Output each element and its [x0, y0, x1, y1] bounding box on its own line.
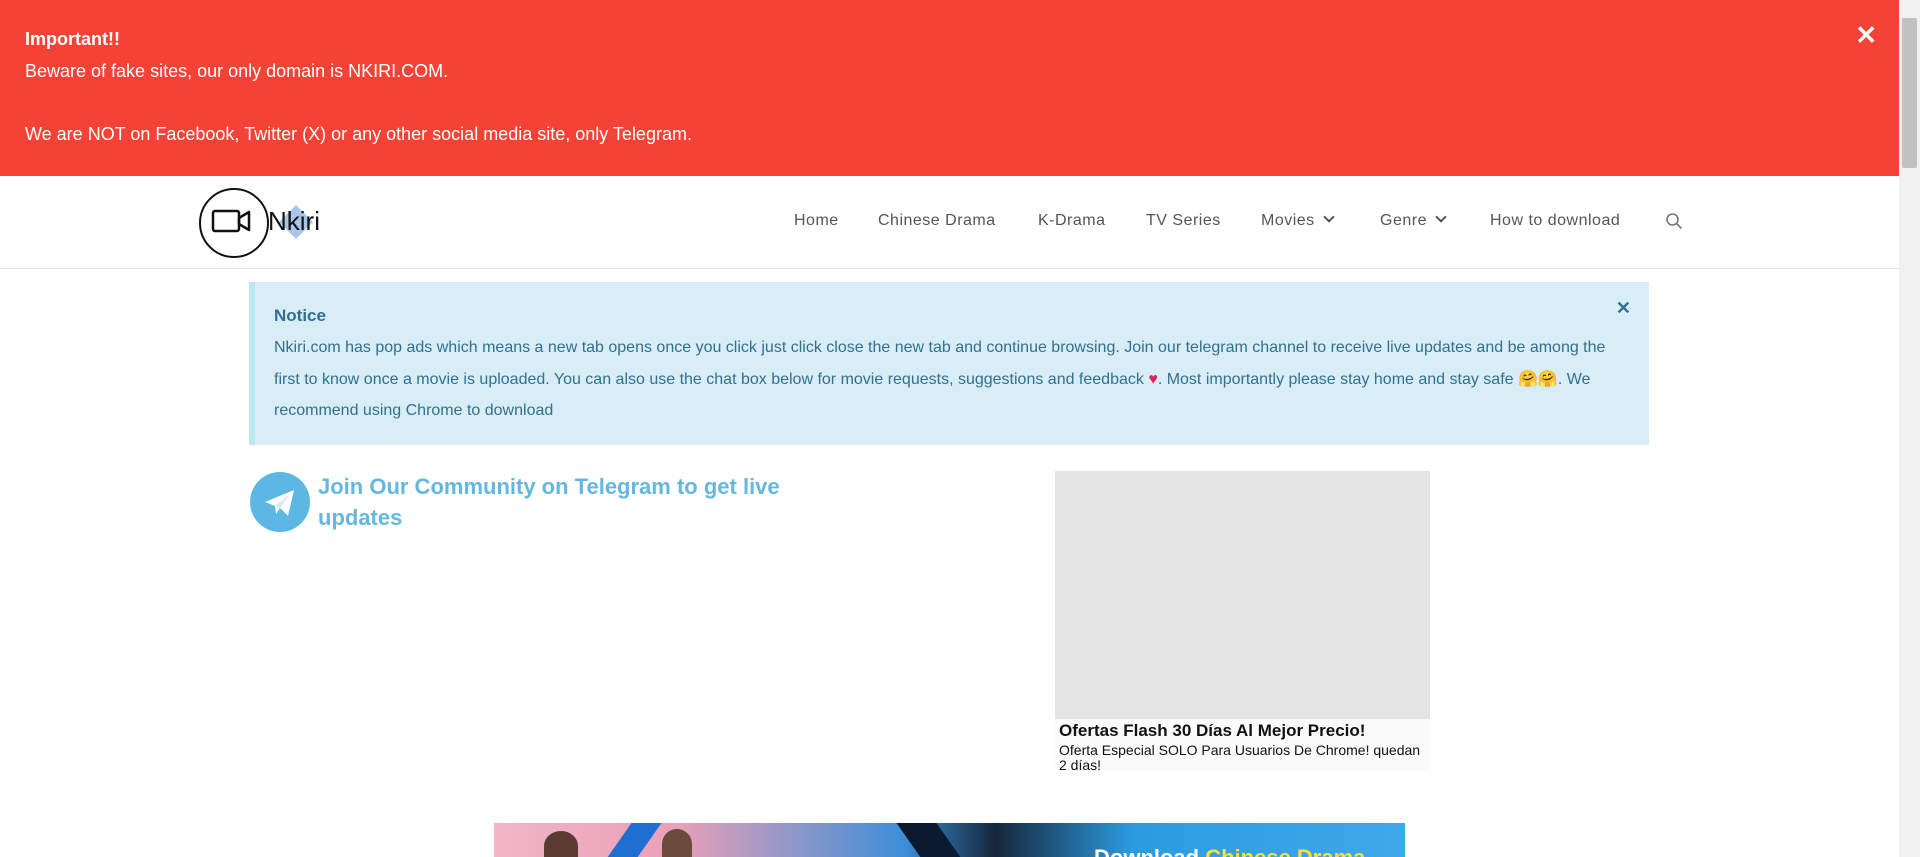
banner-text-highlight: Chinese Drama	[1205, 845, 1365, 857]
telegram-link-text[interactable]: Join Our Community on Telegram to get li…	[318, 471, 798, 533]
nav-k-drama[interactable]: K-Drama	[1038, 212, 1106, 230]
banner-text: Download Chinese Drama	[1094, 845, 1365, 857]
ad-image-placeholder[interactable]	[1055, 471, 1430, 719]
chevron-down-icon	[1435, 211, 1447, 223]
heart-icon: ♥	[1148, 370, 1158, 388]
banner-actor-image	[662, 829, 692, 857]
telegram-icon	[250, 472, 310, 532]
alert-close-button[interactable]: ✕	[1855, 22, 1877, 48]
nav-genre-label: Genre	[1380, 212, 1427, 229]
main-navigation: Home Chinese Drama K-Drama TV Series Mov…	[0, 176, 1899, 268]
download-chinese-drama-banner[interactable]: Download Chinese Drama	[494, 823, 1405, 857]
ad-caption[interactable]: Ofertas Flash 30 Días Al Mejor Precio! O…	[1055, 719, 1430, 773]
notice-title: Notice	[274, 306, 326, 325]
nav-movies-label: Movies	[1261, 212, 1315, 229]
banner-stripe	[882, 823, 986, 857]
nav-chinese-drama[interactable]: Chinese Drama	[878, 212, 996, 230]
notice-text: Nkiri.com has pop ads which means a new …	[274, 332, 1634, 427]
banner-text-prefix: Download	[1094, 845, 1205, 857]
ad-title[interactable]: Ofertas Flash 30 Días Al Mejor Precio!	[1059, 721, 1365, 741]
site-header: Nkiri Home Chinese Drama K-Drama TV Seri…	[0, 176, 1899, 269]
ad-description[interactable]: Oferta Especial SOLO Para Usuarios De Ch…	[1059, 743, 1424, 773]
search-icon[interactable]	[1665, 212, 1683, 230]
alert-social-warning: We are NOT on Facebook, Twitter (X) or a…	[25, 124, 692, 144]
nav-tv-series[interactable]: TV Series	[1146, 212, 1221, 230]
banner-actor-image	[544, 831, 578, 857]
nav-genre[interactable]: Genre	[1380, 211, 1447, 230]
notice-box: Notice ✕ Nkiri.com has pop ads which mea…	[249, 282, 1649, 445]
notice-close-button[interactable]: ✕	[1616, 298, 1631, 319]
telegram-community-link[interactable]: Join Our Community on Telegram to get li…	[249, 471, 809, 551]
alert-banner: Important!! Beware of fake sites, our on…	[0, 0, 1899, 176]
paper-plane-icon	[265, 490, 294, 516]
advertisement[interactable]: Ofertas Flash 30 Días Al Mejor Precio! O…	[1055, 471, 1430, 773]
scrollbar-thumb[interactable]	[1902, 18, 1917, 168]
alert-domain-warning: Beware of fake sites, our only domain is…	[25, 61, 449, 81]
nav-home[interactable]: Home	[794, 212, 839, 230]
nav-how-to-download[interactable]: How to download	[1490, 212, 1620, 230]
hugging-emoji-icon: 🤗🤗	[1517, 370, 1558, 388]
alert-title: Important!!	[25, 29, 120, 49]
chevron-down-icon	[1323, 211, 1335, 223]
notice-text-part2: . Most importantly please stay home and …	[1157, 370, 1518, 388]
page-scrollbar[interactable]	[1899, 0, 1920, 857]
nav-movies[interactable]: Movies	[1261, 211, 1335, 230]
